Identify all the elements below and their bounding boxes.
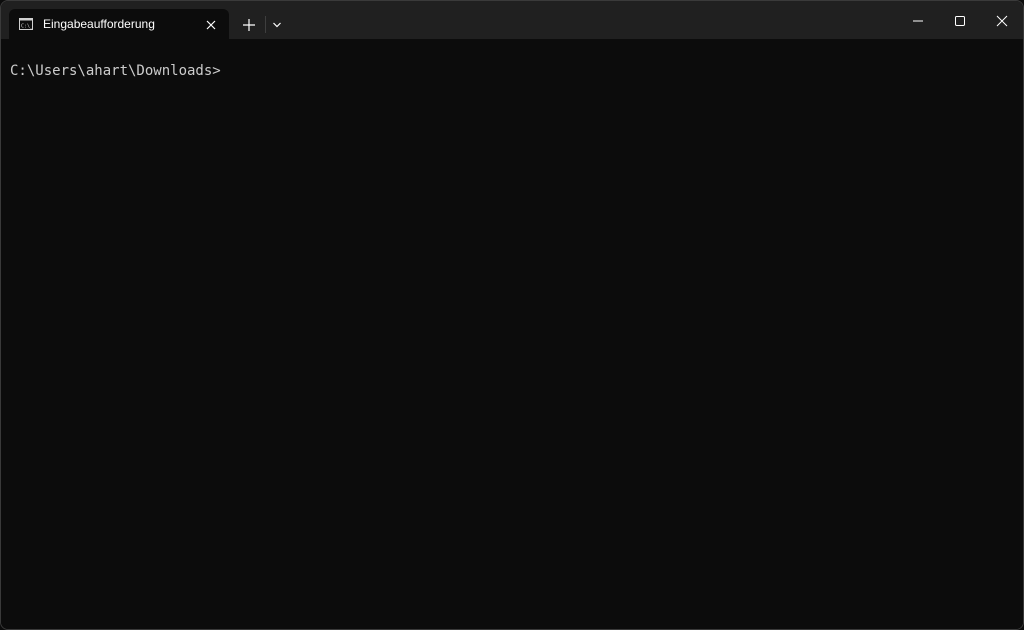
- svg-text:C:\_: C:\_: [21, 24, 33, 30]
- tab-command-prompt[interactable]: C:\_ Eingabeaufforderung: [9, 9, 229, 39]
- command-prompt-icon: C:\_: [19, 18, 33, 30]
- tab-close-icon[interactable]: [203, 17, 219, 33]
- maximize-icon[interactable]: [945, 9, 975, 33]
- chevron-down-icon[interactable]: [269, 17, 285, 33]
- terminal-window: C:\_ Eingabeaufforderung C:\Users\ahart\…: [0, 0, 1024, 630]
- plus-icon[interactable]: [239, 15, 259, 35]
- tab-title: Eingabeaufforderung: [43, 17, 155, 31]
- title-bar[interactable]: C:\_ Eingabeaufforderung: [1, 1, 1023, 39]
- close-icon[interactable]: [987, 9, 1017, 33]
- command-prompt-line: C:\Users\ahart\Downloads>: [10, 63, 221, 79]
- tab-divider: [265, 16, 266, 33]
- minimize-icon[interactable]: [903, 9, 933, 33]
- terminal-area[interactable]: C:\Users\ahart\Downloads>: [1, 39, 1023, 629]
